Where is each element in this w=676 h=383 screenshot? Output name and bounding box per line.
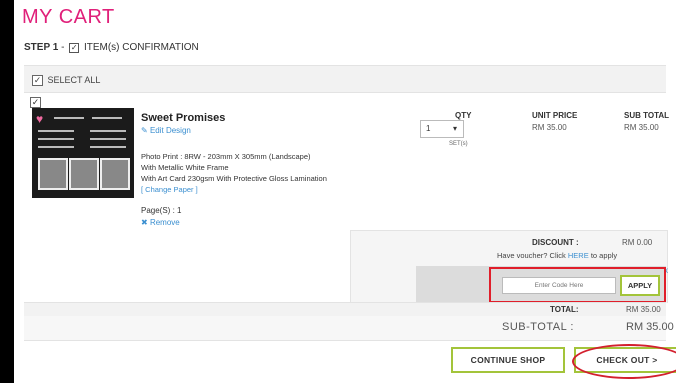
edit-design-label: Edit Design: [149, 126, 191, 135]
qty-unit: SET(s): [449, 141, 468, 147]
quantity-select[interactable]: 1 ▾: [420, 120, 464, 138]
select-all-label: SELECT ALL: [47, 75, 101, 85]
voucher-here-link[interactable]: HERE: [568, 251, 589, 260]
heart-icon: ♥: [36, 112, 44, 126]
product-description: Photo Print : 8RW - 203mm X 305mm (Lands…: [141, 151, 327, 195]
subtotal-value: RM 35.00: [626, 321, 674, 333]
remove-icon: ✖: [141, 218, 148, 227]
change-paper-link[interactable]: [ Change Paper ]: [141, 184, 327, 195]
page-title: MY CART: [22, 6, 115, 28]
step-number: STEP 1: [24, 42, 59, 53]
discount-value: RM 0.00: [622, 238, 653, 247]
step-title: ITEM(s) CONFIRMATION: [83, 42, 199, 53]
desc-line: With Art Card 230gsm With Protective Glo…: [141, 174, 327, 183]
voucher-prefix: Have voucher? Click: [497, 251, 566, 260]
total-label: TOTAL:: [550, 305, 579, 314]
apply-button[interactable]: APPLY: [620, 275, 660, 296]
edit-design-link[interactable]: ✎ Edit Design: [141, 126, 191, 135]
select-all-checkbox[interactable]: ✓: [32, 75, 43, 87]
voucher-code-input[interactable]: [502, 277, 616, 294]
quantity-value: 1: [426, 124, 431, 133]
voucher-suffix: to apply: [590, 251, 618, 260]
edit-icon: ✎: [141, 126, 148, 135]
unit-price-value: RM 35.00: [532, 123, 567, 132]
desc-line: With Metallic White Frame: [141, 163, 229, 172]
highlight-ellipse: [572, 344, 676, 379]
product-thumbnail[interactable]: ♥: [32, 108, 134, 198]
remove-link[interactable]: ✖ Remove: [141, 218, 180, 227]
desc-line: Photo Print : 8RW - 203mm X 305mm (Lands…: [141, 152, 311, 161]
chevron-down-icon: ▾: [453, 124, 458, 133]
item-checkbox[interactable]: ✓: [30, 97, 41, 108]
qty-header: QTY: [455, 111, 472, 120]
sub-total-header: SUB TOTAL: [624, 111, 670, 120]
total-value: RM 35.00: [626, 305, 661, 314]
step-separator: -: [61, 42, 65, 53]
voucher-prompt: Have voucher? Click HERE to apply: [497, 251, 617, 260]
check-icon: ✓: [69, 43, 80, 53]
select-all-bar: ✓ SELECT ALL: [24, 65, 666, 93]
sub-total-value: RM 35.00: [624, 123, 659, 132]
cart-page: MY CART STEP 1 - ✓ ITEM(s) CONFIRMATION …: [14, 0, 676, 383]
subtotal-label: SUB-TOTAL :: [502, 321, 574, 333]
page-count: Page(S) : 1: [141, 206, 182, 215]
step-indicator: STEP 1 - ✓ ITEM(s) CONFIRMATION: [24, 42, 199, 53]
select-all-row[interactable]: ✓ SELECT ALL: [32, 75, 101, 87]
continue-shop-button[interactable]: CONTINUE SHOP: [451, 347, 565, 373]
unit-price-header: UNIT PRICE: [532, 111, 578, 120]
product-name: Sweet Promises: [141, 112, 226, 124]
remove-label: Remove: [149, 218, 180, 227]
discount-label: DISCOUNT :: [532, 238, 579, 247]
